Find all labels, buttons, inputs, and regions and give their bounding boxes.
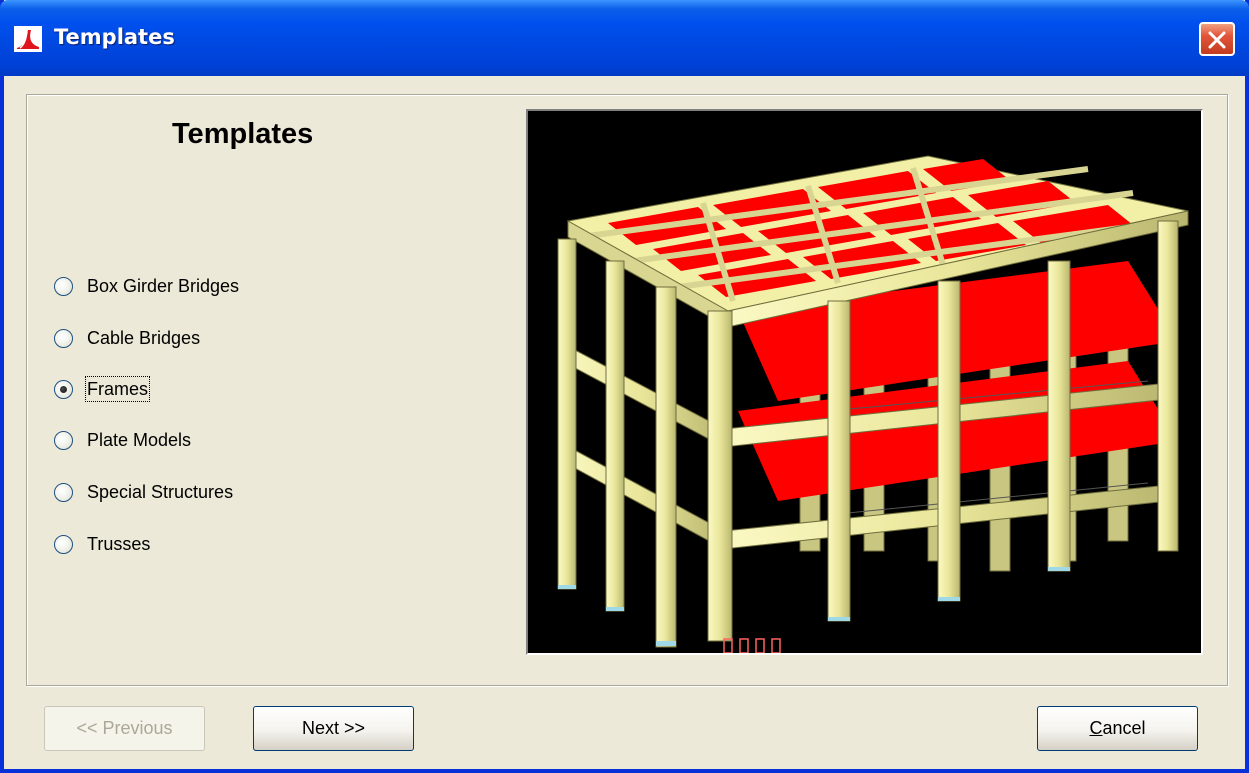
radio-button[interactable] bbox=[54, 431, 73, 450]
option-label: Trusses bbox=[87, 534, 151, 554]
radio-button-selected[interactable] bbox=[54, 380, 73, 399]
option-label: Cable Bridges bbox=[87, 328, 201, 348]
option-label: Box Girder Bridges bbox=[87, 276, 240, 296]
cancel-button[interactable]: Cancel bbox=[1037, 706, 1198, 751]
previous-button[interactable]: << Previous bbox=[44, 706, 205, 751]
option-label: Plate Models bbox=[87, 430, 192, 450]
template-preview-image bbox=[526, 109, 1203, 655]
frame-structure-render bbox=[557, 155, 1189, 653]
radio-button[interactable] bbox=[54, 329, 73, 348]
close-icon bbox=[1208, 31, 1226, 49]
panel-heading: Templates bbox=[172, 118, 314, 150]
cancel-mnemonic: C bbox=[1089, 718, 1103, 738]
option-label: Special Structures bbox=[87, 482, 234, 502]
option-label: Frames bbox=[84, 376, 151, 402]
radio-button[interactable] bbox=[54, 277, 73, 296]
close-button[interactable] bbox=[1199, 22, 1235, 56]
title-bar[interactable]: Templates bbox=[0, 0, 1249, 76]
radio-button[interactable] bbox=[54, 483, 73, 502]
window-title: Templates bbox=[54, 25, 175, 49]
cancel-label: ancel bbox=[1102, 718, 1146, 738]
next-button[interactable]: Next >> bbox=[253, 706, 414, 751]
app-logo-icon bbox=[14, 26, 42, 52]
radio-button[interactable] bbox=[54, 535, 73, 554]
